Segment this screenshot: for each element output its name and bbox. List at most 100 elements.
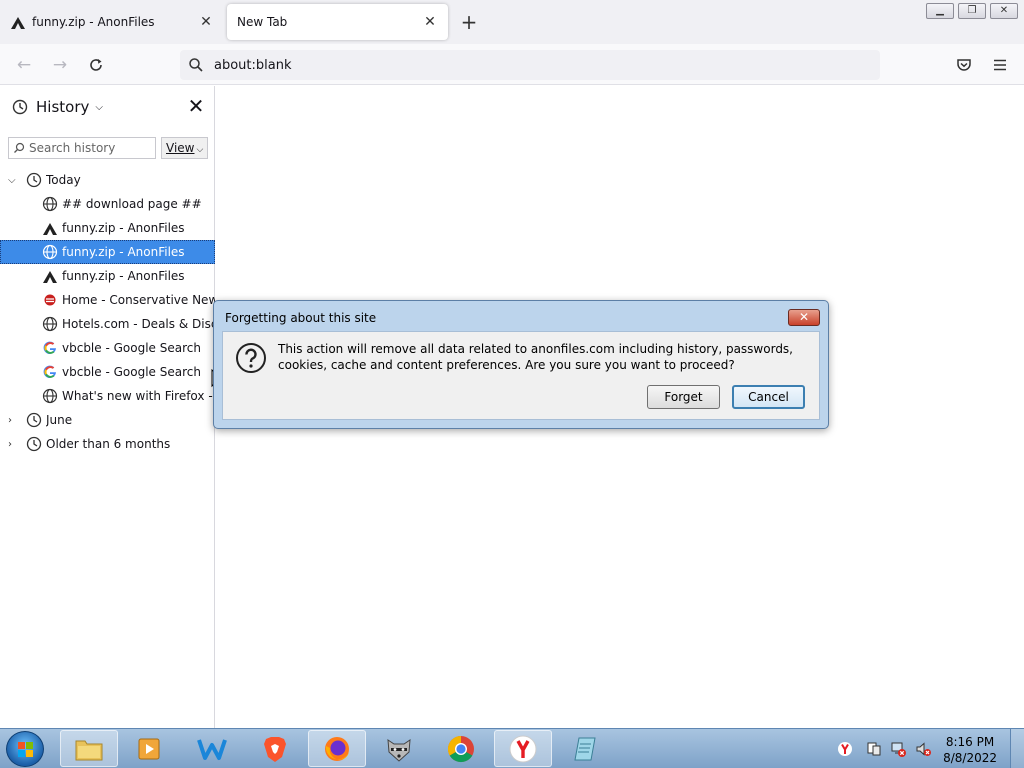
view-label: View [166,141,195,155]
history-group-older[interactable]: › Older than 6 months [0,432,215,456]
google-icon [43,365,56,378]
globe-icon [42,196,58,212]
cancel-button[interactable]: Cancel [732,385,805,409]
action-center-icon[interactable] [866,741,882,757]
group-label: Older than 6 months [46,437,171,451]
history-item[interactable]: funny.zip - AnonFiles [0,264,215,288]
forward-button[interactable]: → [48,53,72,77]
history-group-june[interactable]: › June [0,408,215,432]
history-item-label: What's new with Firefox - ... [62,389,215,403]
taskbar-media-player[interactable] [120,730,178,767]
history-item-label: Hotels.com - Deals & Disc... [62,317,215,331]
history-item[interactable]: ## download page ## [0,192,215,216]
chevron-right-icon: › [8,414,12,426]
dialog-close-button[interactable]: ✕ [788,309,820,326]
tab-strip: funny.zip - AnonFiles ✕ New Tab ✕ + ▁ ❐ … [0,0,1024,44]
history-item-label: Home - Conservative New... [62,293,215,307]
history-item[interactable]: vbcble - Google Search [0,360,215,384]
restore-button[interactable]: ❐ [958,3,986,19]
news-icon [44,294,56,306]
close-tab-icon[interactable]: ✕ [422,14,438,30]
chevron-down-icon: ⌵ [196,145,204,155]
taskbar-notepad[interactable] [556,730,614,767]
history-item-selected[interactable]: funny.zip - AnonFiles [0,240,215,264]
anonfiles-icon [11,17,25,29]
history-group-today[interactable]: ⌵ Today [0,168,215,192]
chevron-right-icon: › [8,438,12,450]
url-text: about:blank [214,57,292,73]
pocket-icon [957,59,971,71]
history-item-label: funny.zip - AnonFiles [62,245,185,259]
history-item[interactable]: vbcble - Google Search [0,336,215,360]
volume-muted-icon[interactable] [915,741,931,757]
globe-icon [42,316,58,332]
history-item-label: ## download page ## [62,197,202,211]
clock-icon [26,436,42,452]
group-label: June [46,413,73,427]
clock-icon [12,99,28,115]
raccoon-icon [387,738,411,762]
tab-new-tab[interactable]: New Tab ✕ [227,4,448,40]
dialog-message: This action will remove all data related… [278,342,793,372]
taskbar-explorer[interactable] [60,730,118,767]
start-button[interactable] [6,731,44,767]
history-search-box[interactable] [8,137,156,159]
firefox-icon [325,736,349,761]
taskbar-firefox[interactable] [308,730,366,767]
chrome-icon [447,735,474,762]
new-tab-button[interactable]: + [458,12,480,34]
search-icon [14,142,25,153]
tab-title: New Tab [237,15,288,29]
question-icon [236,343,266,373]
taskbar-yandex[interactable] [494,730,552,767]
history-sidebar: History ⌵ ✕ View⌵ ⌵ Today ## download pa… [0,86,215,728]
sidebar-header[interactable]: History ⌵ ✕ [0,86,215,128]
globe-icon [42,388,58,404]
view-menu-button[interactable]: View ⌵ [161,137,208,159]
windows-taskbar: 8:16 PM 8/8/2022 [0,728,1024,768]
forget-site-dialog: Forgetting about this site ✕ This action… [213,300,829,429]
close-sidebar-button[interactable]: ✕ [186,96,206,116]
minimize-button[interactable]: ▁ [926,3,954,19]
history-item-label: vbcble - Google Search [62,341,201,355]
taskbar-chrome[interactable] [432,730,490,767]
google-icon [43,341,56,354]
clock-date: 8/8/2022 [943,751,997,765]
url-bar[interactable]: about:blank [180,50,880,80]
tab-title: funny.zip - AnonFiles [32,15,155,29]
dialog-body: This action will remove all data related… [222,331,820,420]
search-icon [189,58,203,72]
taskbar-raccoon-app[interactable] [370,730,428,767]
hamburger-menu-icon [994,59,1006,71]
system-clock[interactable]: 8:16 PM 8/8/2022 [943,734,997,766]
network-icon[interactable] [890,741,906,757]
back-button[interactable]: ← [12,53,36,77]
history-item[interactable]: Hotels.com - Deals & Disc... [0,312,215,336]
history-search-input[interactable] [29,141,149,155]
history-item[interactable]: funny.zip - AnonFiles [0,216,215,240]
close-window-button[interactable]: ✕ [990,3,1018,19]
anonfiles-icon [43,223,57,235]
history-item-label: funny.zip - AnonFiles [62,269,185,283]
taskbar-brave[interactable] [246,730,304,767]
forget-button[interactable]: Forget [647,385,720,409]
folder-icon [75,740,103,760]
reload-icon [90,59,102,71]
tab-funny-zip[interactable]: funny.zip - AnonFiles ✕ [0,4,224,40]
group-label: Today [46,173,81,187]
sidebar-title: History [36,98,90,116]
yandex-tray-icon[interactable] [837,741,853,757]
clock-time: 8:16 PM [945,735,995,749]
show-desktop-button[interactable] [1010,729,1024,768]
pocket-button[interactable] [952,53,976,77]
brave-icon [264,736,286,762]
chevron-down-icon: ⌵ [95,101,103,113]
history-item[interactable]: What's new with Firefox - ... [0,384,215,408]
globe-icon [42,244,58,260]
history-item-label: vbcble - Google Search [62,365,201,379]
close-tab-icon[interactable]: ✕ [198,14,214,30]
history-item[interactable]: Home - Conservative New... [0,288,215,312]
menu-button[interactable] [988,53,1012,77]
reload-button[interactable] [84,53,108,77]
taskbar-wps[interactable] [183,730,241,767]
